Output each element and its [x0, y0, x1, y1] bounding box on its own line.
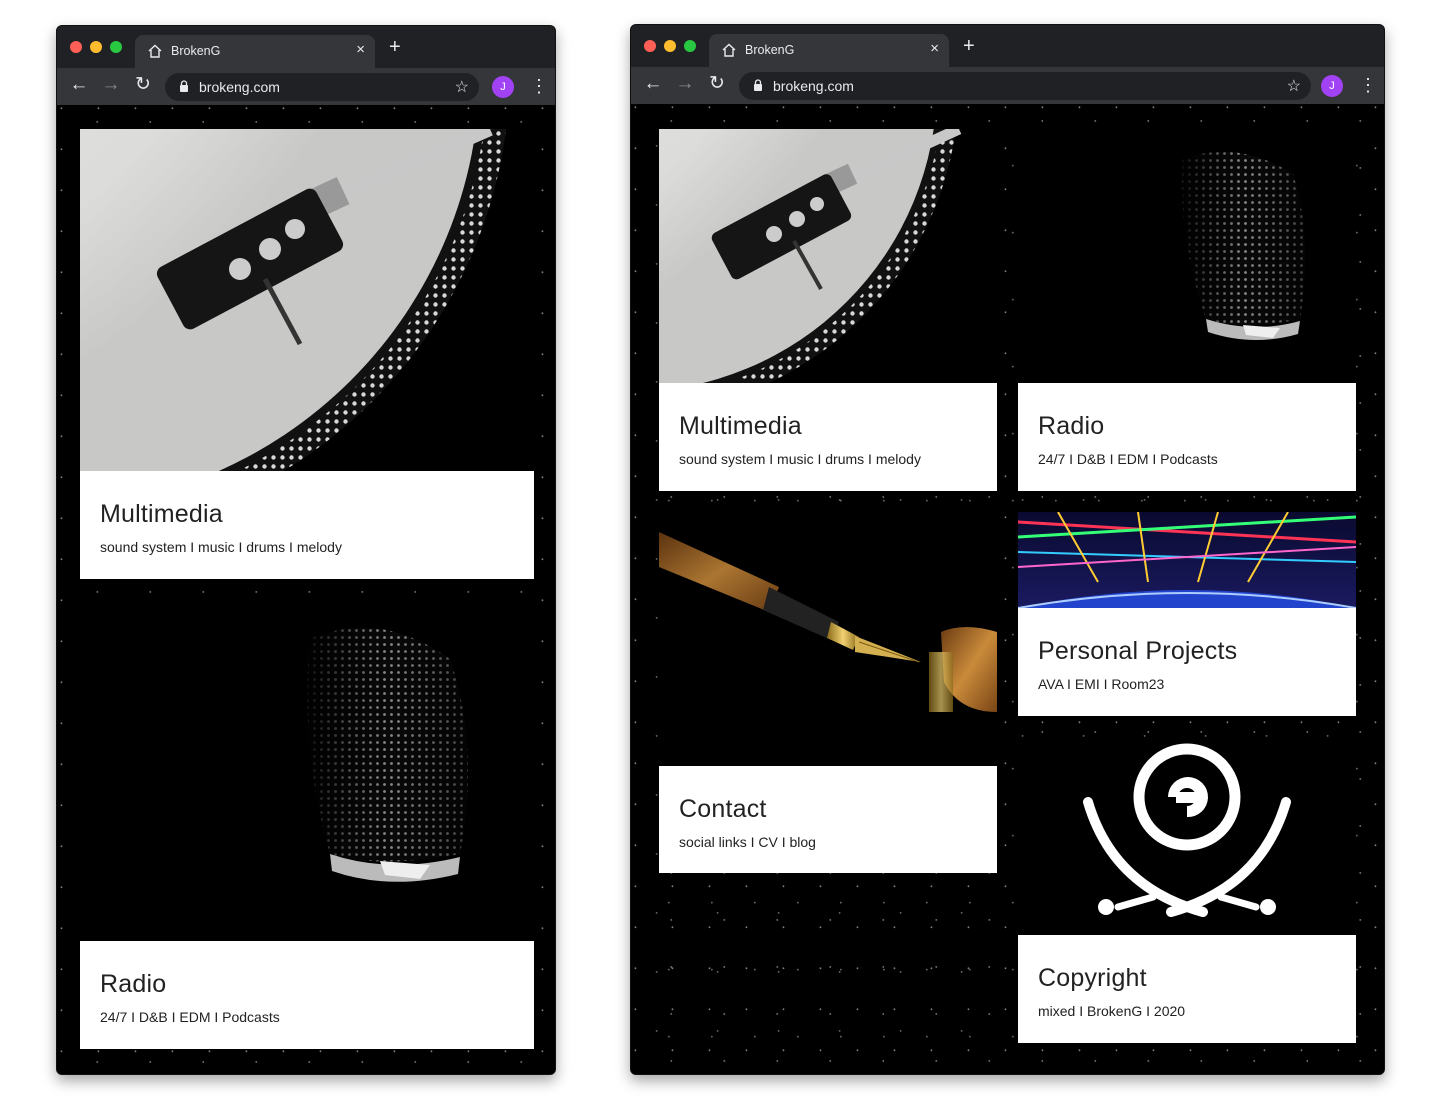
card-subtitle: AVA I EMI I Room23: [1038, 676, 1165, 692]
tab-title: BrokenG: [745, 43, 795, 57]
card-title: Contact: [679, 795, 767, 823]
new-tab-button[interactable]: +: [963, 35, 975, 58]
card-title: Multimedia: [679, 412, 802, 440]
card-caption: Contact social links I CV I blog: [659, 766, 997, 873]
tab-close-button[interactable]: ×: [356, 41, 365, 58]
lock-icon: [180, 80, 188, 92]
page-content: Multimedia sound system I music I drums …: [631, 104, 1384, 1074]
minimize-window-button[interactable]: [90, 41, 102, 53]
address-bar[interactable]: brokeng.com ☆: [739, 72, 1311, 100]
card-caption: Multimedia sound system I music I drums …: [659, 383, 997, 491]
toolbar: ← → ↻ brokeng.com ☆ J ⋮: [631, 67, 1384, 104]
star-icon[interactable]: ☆: [1287, 76, 1301, 96]
card-copyright[interactable]: Copyright mixed I BrokenG I 2020: [1018, 737, 1356, 1043]
kebab-menu-icon[interactable]: ⋮: [1359, 73, 1377, 97]
card-title: Copyright: [1038, 964, 1147, 992]
card-subtitle: social links I CV I blog: [679, 834, 816, 850]
card-title: Radio: [1038, 412, 1105, 440]
tab-bar: BrokenG × +: [631, 25, 1384, 67]
card-title: Radio: [100, 970, 167, 998]
profile-avatar[interactable]: J: [492, 76, 514, 98]
maximize-window-button[interactable]: [110, 41, 122, 53]
microphone-image: [1018, 129, 1356, 383]
card-caption: Multimedia sound system I music I drums …: [80, 471, 534, 579]
home-icon: [722, 43, 736, 57]
toolbar: ← → ↻ brokeng.com ☆ J ⋮: [57, 68, 555, 105]
turntable-image: [659, 129, 997, 383]
close-window-button[interactable]: [70, 41, 82, 53]
maximize-window-button[interactable]: [684, 40, 696, 52]
card-title: Personal Projects: [1038, 637, 1238, 665]
url-text: brokeng.com: [773, 78, 854, 94]
turntable-image: [80, 129, 534, 471]
browser-tab[interactable]: BrokenG ×: [135, 35, 375, 68]
card-caption: Radio 24/7 I D&B I EDM I Podcasts: [80, 941, 534, 1049]
card-caption: Copyright mixed I BrokenG I 2020: [1018, 935, 1356, 1043]
card-radio[interactable]: Radio 24/7 I D&B I EDM I Podcasts: [80, 599, 534, 1049]
lock-icon: [754, 79, 762, 91]
home-icon: [148, 44, 162, 58]
browser-window-wide: BrokenG × + ← → ↻ brokeng.com ☆ J ⋮ Mult…: [630, 24, 1385, 1075]
address-bar[interactable]: brokeng.com ☆: [165, 73, 479, 101]
card-subtitle: mixed I BrokenG I 2020: [1038, 1003, 1186, 1019]
tab-close-button[interactable]: ×: [930, 40, 939, 57]
browser-tab[interactable]: BrokenG ×: [709, 34, 949, 67]
fountain-pen-image: [659, 512, 997, 766]
copyleft-pirate-logo-image: [1018, 737, 1356, 935]
neon-lights-image: [1018, 512, 1356, 608]
profile-avatar[interactable]: J: [1321, 75, 1343, 97]
card-radio[interactable]: Radio 24/7 I D&B I EDM I Podcasts: [1018, 129, 1356, 491]
kebab-menu-icon[interactable]: ⋮: [530, 74, 548, 98]
star-icon[interactable]: ☆: [455, 77, 469, 97]
microphone-image: [80, 599, 534, 941]
browser-window-narrow: BrokenG × + ← → ↻ brokeng.com ☆ J ⋮ Mult…: [56, 25, 556, 1075]
card-caption: Radio 24/7 I D&B I EDM I Podcasts: [1018, 383, 1356, 491]
back-button[interactable]: ←: [641, 72, 665, 96]
tab-bar: BrokenG × +: [57, 26, 555, 68]
back-button[interactable]: ←: [67, 73, 91, 97]
forward-button[interactable]: →: [99, 73, 123, 97]
minimize-window-button[interactable]: [664, 40, 676, 52]
card-subtitle: 24/7 I D&B I EDM I Podcasts: [1038, 451, 1218, 467]
new-tab-button[interactable]: +: [389, 36, 401, 59]
card-title: Multimedia: [100, 500, 223, 528]
card-subtitle: sound system I music I drums I melody: [679, 451, 921, 467]
card-multimedia[interactable]: Multimedia sound system I music I drums …: [659, 129, 997, 491]
card-multimedia[interactable]: Multimedia sound system I music I drums …: [80, 129, 534, 579]
reload-button[interactable]: ↻: [131, 73, 155, 97]
page-content: Multimedia sound system I music I drums …: [57, 105, 555, 1074]
forward-button[interactable]: →: [673, 72, 697, 96]
tab-title: BrokenG: [171, 44, 221, 58]
card-subtitle: 24/7 I D&B I EDM I Podcasts: [100, 1009, 280, 1025]
card-subtitle: sound system I music I drums I melody: [100, 539, 342, 555]
card-personal-projects[interactable]: Personal Projects AVA I EMI I Room23: [1018, 512, 1356, 716]
close-window-button[interactable]: [644, 40, 656, 52]
url-text: brokeng.com: [199, 79, 280, 95]
card-contact[interactable]: Contact social links I CV I blog: [659, 512, 997, 873]
reload-button[interactable]: ↻: [705, 72, 729, 96]
card-caption: Personal Projects AVA I EMI I Room23: [1018, 608, 1356, 716]
